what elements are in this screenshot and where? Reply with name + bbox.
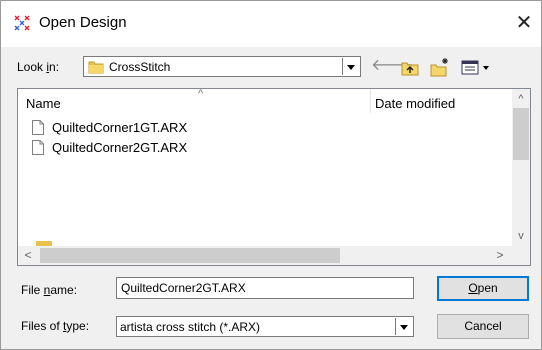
file-name: QuiltedCorner1GT.ARX <box>52 120 188 135</box>
scroll-up-icon[interactable]: ^ <box>512 91 530 107</box>
chevron-down-icon[interactable] <box>342 58 359 75</box>
file-name-label: File name: <box>21 283 78 297</box>
close-icon[interactable]: ✕ <box>511 9 537 37</box>
scroll-left-icon[interactable]: < <box>20 247 36 264</box>
back-arrow-icon[interactable]: 🡐 <box>371 55 414 79</box>
look-in-value: CrossStitch <box>109 60 171 74</box>
scroll-down-icon[interactable]: v <box>512 228 530 244</box>
document-icon <box>32 140 44 155</box>
title-bar[interactable]: Open Design ✕ <box>1 1 541 47</box>
document-icon <box>32 120 44 135</box>
scroll-right-icon[interactable]: > <box>492 247 508 264</box>
file-type-value: artista cross stitch (*.ARX) <box>120 320 261 334</box>
chevron-down-icon[interactable] <box>395 318 412 335</box>
column-divider[interactable] <box>370 89 371 113</box>
file-type-dropdown[interactable]: artista cross stitch (*.ARX) <box>116 316 414 337</box>
open-button[interactable]: Open <box>437 276 529 301</box>
horizontal-scroll-thumb[interactable] <box>40 248 340 263</box>
new-folder-icon[interactable] <box>429 55 451 79</box>
file-name: QuiltedCorner2GT.ARX <box>52 140 188 155</box>
look-in-label: Look in: <box>17 60 60 74</box>
folder-icon <box>88 59 104 74</box>
column-header-name[interactable]: Name <box>26 96 61 111</box>
cancel-button[interactable]: Cancel <box>437 314 529 339</box>
dialog-title: Open Design <box>39 14 127 31</box>
column-header-date-modified[interactable]: Date modified <box>375 96 455 111</box>
open-design-dialog: Open Design ✕ Look in: CrossStitch 🡐 Nam… <box>0 0 542 350</box>
cross-stitch-app-icon <box>13 14 33 34</box>
look-in-dropdown[interactable]: CrossStitch <box>83 56 361 77</box>
view-menu-icon[interactable] <box>459 55 495 79</box>
sort-ascending-icon: ^ <box>198 88 204 100</box>
file-name-input[interactable] <box>116 277 414 299</box>
vertical-scrollbar[interactable]: ^ v <box>512 89 530 246</box>
vertical-scroll-thumb[interactable] <box>513 108 529 160</box>
horizontal-scrollbar[interactable]: < > <box>18 246 512 265</box>
scrollbar-corner <box>512 246 530 265</box>
file-type-label: Files of type: <box>21 319 90 333</box>
up-folder-icon[interactable] <box>399 55 421 79</box>
file-list[interactable]: Name ^ Date modified QuiltedCorner1GT.AR… <box>17 88 531 266</box>
